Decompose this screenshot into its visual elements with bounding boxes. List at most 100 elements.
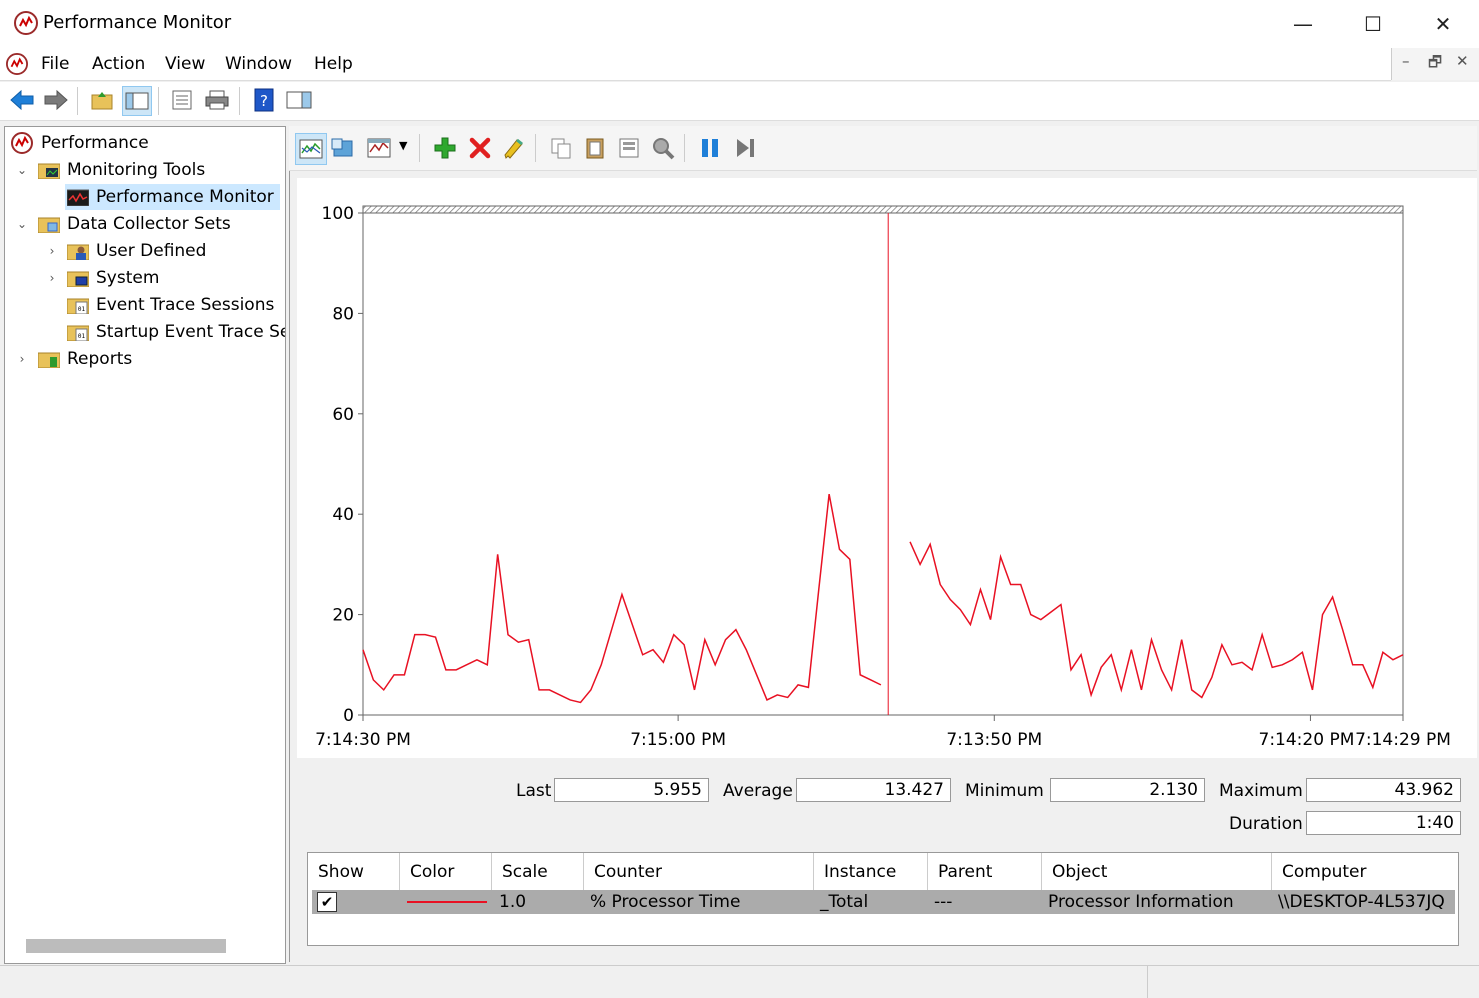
- y-tick-label: 20: [332, 606, 354, 626]
- legend-header-color[interactable]: Color: [400, 853, 492, 891]
- mdi-restore-icon[interactable]: 🗗: [1428, 52, 1442, 77]
- tree-label-event-trace-sessions: Event Trace Sessions: [96, 295, 275, 315]
- update-data-button[interactable]: [731, 134, 759, 162]
- svg-text:01: 01: [78, 333, 86, 340]
- perfmon-app-icon: [14, 11, 38, 35]
- status-divider: [1147, 966, 1148, 998]
- chevron-down-icon[interactable]: ⌄: [15, 217, 29, 231]
- tree-node-performance-monitor[interactable]: Performance Monitor: [65, 184, 280, 210]
- properties-button[interactable]: [615, 134, 643, 162]
- toolbar-separator: [158, 87, 159, 115]
- toolbar-separator: [419, 134, 420, 162]
- perfmon-menu-icon[interactable]: [6, 53, 28, 75]
- add-counter-button[interactable]: [431, 134, 459, 162]
- log-data-icon: [331, 138, 353, 157]
- folder-trace-icon: 01: [67, 325, 89, 341]
- legend-row[interactable]: ✔ 1.0 % Processor Time _Total --- Proces…: [312, 890, 1455, 914]
- print-button[interactable]: [203, 86, 231, 114]
- properties-icon: [172, 90, 192, 110]
- delete-counter-button[interactable]: [466, 134, 494, 162]
- tree-node-reports[interactable]: › Reports: [15, 346, 133, 372]
- console-tree: Performance ⌄ Monitoring Tools Performan…: [4, 126, 286, 964]
- chevron-right-icon[interactable]: ›: [45, 244, 59, 258]
- tree-node-system[interactable]: › System: [45, 265, 160, 291]
- x-tick-label: 7:14:20 PM: [1259, 730, 1355, 750]
- change-graph-type-button[interactable]: [365, 134, 393, 162]
- paste-counter-list-button[interactable]: [581, 134, 609, 162]
- tree-label-reports: Reports: [67, 349, 133, 369]
- y-tick-label: 40: [332, 505, 354, 525]
- plot-frame: [362, 212, 1404, 716]
- tree-node-user-defined[interactable]: › User Defined: [45, 238, 207, 264]
- tree-node-data-collector-sets[interactable]: ⌄ Data Collector Sets: [15, 211, 231, 237]
- view-log-data-button[interactable]: [329, 134, 357, 162]
- legend-header-instance[interactable]: Instance: [814, 853, 928, 891]
- tree-label-system: System: [96, 268, 160, 288]
- graph-type-dropdown-icon[interactable]: ▼: [399, 139, 407, 152]
- show-hide-tree-button[interactable]: [122, 86, 152, 116]
- properties-button[interactable]: [168, 86, 196, 114]
- legend-header-counter[interactable]: Counter: [584, 853, 814, 891]
- tree-node-performance[interactable]: Performance: [11, 130, 149, 156]
- main-toolbar: ?: [0, 82, 1479, 121]
- toolbar-separator: [684, 134, 685, 162]
- step-forward-icon: [737, 139, 754, 157]
- performance-line-chart: 0 20 40 60 80 100 7:14:30 PM 7:15:00 PM 7:13:50 …: [315, 204, 1451, 750]
- chevron-down-icon[interactable]: ⌄: [15, 163, 29, 177]
- mdi-close-icon[interactable]: ✕: [1456, 52, 1469, 70]
- tree-node-startup-event-trace[interactable]: 01 Startup Event Trace Sess: [67, 319, 285, 345]
- maximize-button[interactable]: ☐: [1338, 0, 1408, 48]
- printer-icon: [205, 90, 229, 110]
- chevron-right-icon[interactable]: ›: [15, 352, 29, 366]
- folder-icon: [38, 217, 60, 233]
- delete-x-icon: [469, 137, 491, 159]
- legend-scale: 1.0: [499, 892, 527, 912]
- highlight-button[interactable]: [500, 134, 528, 162]
- stat-last-value: 5.955: [554, 778, 709, 802]
- performance-monitor-icon: [67, 189, 89, 206]
- menu-help[interactable]: Help: [314, 54, 353, 74]
- chevron-right-icon[interactable]: ›: [45, 271, 59, 285]
- menu-view[interactable]: View: [165, 54, 205, 74]
- menu-window[interactable]: Window: [225, 54, 292, 74]
- svg-text:?: ?: [260, 92, 268, 110]
- stat-maximum-value: 43.962: [1306, 778, 1461, 802]
- legend-header-parent[interactable]: Parent: [928, 853, 1042, 891]
- mdi-minimize-icon[interactable]: –: [1402, 52, 1410, 70]
- highlighter-icon: [504, 138, 523, 159]
- legend-parent: ---: [934, 892, 953, 912]
- tree-node-event-trace-sessions[interactable]: 01 Event Trace Sessions: [67, 292, 274, 318]
- minimize-button[interactable]: —: [1268, 0, 1338, 48]
- legend-header-object[interactable]: Object: [1042, 853, 1272, 891]
- copy-properties-button[interactable]: [547, 134, 575, 162]
- tree-node-monitoring-tools[interactable]: ⌄ Monitoring Tools: [15, 157, 205, 183]
- svg-text:01: 01: [78, 306, 86, 313]
- view-current-activity-button[interactable]: [295, 133, 327, 165]
- stat-maximum-label: Maximum: [1219, 781, 1303, 801]
- graph-area[interactable]: 0 20 40 60 80 100 7:14:30 PM 7:15:00 PM 7:13:50 …: [297, 178, 1477, 758]
- back-button[interactable]: [8, 86, 36, 114]
- tree-horizontal-scrollbar[interactable]: [26, 939, 226, 953]
- legend-header-computer[interactable]: Computer: [1272, 853, 1458, 891]
- folder-trace-icon: 01: [67, 298, 89, 314]
- show-checkbox[interactable]: ✔: [317, 892, 337, 912]
- menu-bar: File Action View Window Help: [0, 48, 1391, 81]
- help-button[interactable]: ?: [250, 86, 278, 114]
- zoom-button[interactable]: [649, 134, 677, 162]
- show-action-pane-button[interactable]: [285, 86, 313, 114]
- menu-action[interactable]: Action: [92, 54, 145, 74]
- legend-header-scale[interactable]: Scale: [492, 853, 584, 891]
- x-tick-label: 7:15:00 PM: [630, 730, 726, 750]
- up-folder-button[interactable]: [88, 86, 116, 114]
- action-pane-icon: [286, 91, 312, 109]
- legend-header-show[interactable]: Show: [308, 853, 400, 891]
- freeze-display-button[interactable]: [696, 134, 724, 162]
- menu-file[interactable]: File: [41, 54, 69, 74]
- stat-duration-value: 1:40: [1306, 811, 1461, 835]
- mdi-controls: – 🗗 ✕: [1391, 48, 1479, 80]
- y-tick-label: 0: [343, 706, 354, 726]
- folder-chart-icon: [38, 163, 60, 179]
- close-button[interactable]: ✕: [1408, 0, 1478, 48]
- forward-button[interactable]: [42, 86, 70, 114]
- folder-user-icon: [67, 244, 89, 260]
